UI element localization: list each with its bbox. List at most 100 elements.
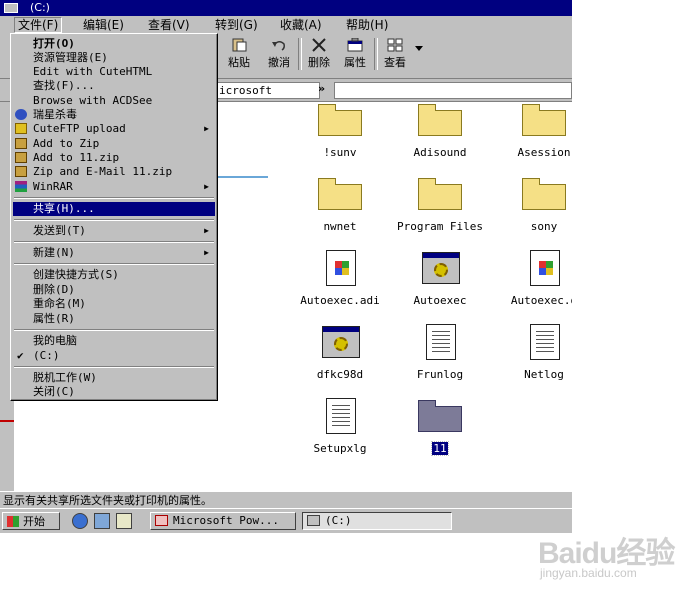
menu-item-label: WinRAR	[33, 180, 73, 193]
file-item[interactable]: Autoexec.adi	[295, 250, 385, 307]
paste-button[interactable]: 粘贴	[220, 36, 258, 72]
file-item[interactable]: Adisound	[395, 102, 485, 159]
view-button[interactable]: 查看	[376, 36, 414, 72]
internet-explorer-icon[interactable]	[72, 513, 88, 529]
folder-icon	[416, 176, 464, 216]
menu-item-explorer[interactable]: 资源管理器(E)	[13, 51, 215, 65]
text-document-icon	[316, 398, 364, 438]
menu-item-my-computer[interactable]: 我的电脑	[13, 334, 215, 348]
menu-item-label: 瑞星杀毒	[33, 108, 77, 121]
file-item[interactable]: Autoexec.o	[499, 250, 572, 307]
menu-item-zip-email[interactable]: Zip and E-Mail 11.zip	[13, 165, 215, 179]
outlook-express-icon[interactable]	[94, 513, 110, 529]
view-grid-icon	[387, 38, 403, 52]
application-gear-icon	[316, 324, 364, 364]
properties-label: 属性	[344, 56, 366, 69]
file-item[interactable]: Autoexec	[395, 250, 485, 307]
menu-item-add-to-11zip[interactable]: Add to 11.zip	[13, 151, 215, 165]
file-item[interactable]: dfkc98d	[295, 324, 385, 381]
file-item[interactable]: sony	[499, 176, 572, 233]
folder-icon	[316, 176, 364, 216]
menu-item-create-shortcut[interactable]: 创建快捷方式(S)	[13, 268, 215, 282]
menu-item-sharing[interactable]: 共享(H)...	[13, 202, 215, 216]
menu-separator	[14, 241, 214, 243]
winzip-icon	[15, 138, 27, 149]
menu-view[interactable]: 查看(V)	[145, 17, 193, 33]
file-name: Autoexec.o	[510, 294, 572, 307]
menu-item-label: CuteFTP upload	[33, 122, 126, 135]
menu-item-work-offline[interactable]: 脱机工作(W)	[13, 371, 215, 385]
task-explorer[interactable]: (C:)	[302, 512, 452, 530]
show-desktop-icon[interactable]	[116, 513, 132, 529]
file-item[interactable]: Frunlog	[395, 324, 485, 381]
menu-separator	[14, 329, 214, 331]
menu-help[interactable]: 帮助(H)	[343, 17, 391, 33]
file-name: nwnet	[323, 220, 357, 233]
file-item-selected[interactable]: 11	[395, 398, 485, 456]
menu-item-cuteftp[interactable]: CuteFTP upload ▶	[13, 122, 215, 136]
menu-file[interactable]: 文件(F)	[14, 17, 63, 33]
menu-separator	[14, 263, 214, 265]
windows-file-icon	[520, 250, 568, 290]
drive-icon	[307, 515, 320, 526]
taskbar: 开始 Microsoft Pow... (C:)	[0, 508, 572, 533]
file-item[interactable]: !sunv	[295, 102, 385, 159]
properties-button[interactable]: 属性	[336, 36, 374, 72]
file-item[interactable]: nwnet	[295, 176, 385, 233]
menu-item-add-to-zip[interactable]: Add to Zip	[13, 137, 215, 151]
file-name: Frunlog	[416, 368, 464, 381]
folder-icon	[416, 398, 464, 438]
drive-icon	[4, 3, 18, 13]
title-bar[interactable]: (C:)	[0, 0, 572, 16]
file-item[interactable]: Netlog	[499, 324, 572, 381]
links-chevron[interactable]: »	[318, 82, 325, 95]
windows-file-icon	[316, 250, 364, 290]
folder-icon	[316, 102, 364, 142]
delete-icon	[312, 38, 326, 52]
file-name: Adisound	[413, 146, 467, 159]
menu-item-send-to[interactable]: 发送到(T) ▶	[13, 224, 215, 238]
menu-item-properties[interactable]: 属性(R)	[13, 312, 215, 326]
delete-button[interactable]: 删除	[300, 36, 338, 72]
address-input[interactable]: icrosoft	[214, 82, 320, 99]
menu-item-drive-c[interactable]: ✔ (C:)	[13, 349, 215, 363]
menu-item-rename[interactable]: 重命名(M)	[13, 297, 215, 311]
menu-item-label: Add to Zip	[33, 137, 100, 150]
file-item[interactable]: Asession	[499, 102, 572, 159]
file-name: Autoexec.adi	[300, 294, 380, 307]
menu-item-label: 新建(N)	[33, 246, 75, 259]
red-marker	[0, 420, 14, 422]
menu-item-find[interactable]: 查找(F)...	[13, 79, 215, 93]
menu-separator	[14, 197, 214, 199]
menu-item-winrar[interactable]: WinRAR ▶	[13, 180, 215, 194]
file-name: Program Files	[396, 220, 484, 233]
undo-button[interactable]: 撤消	[260, 36, 298, 72]
start-button[interactable]: 开始	[2, 512, 60, 530]
task-powerpoint[interactable]: Microsoft Pow...	[150, 512, 296, 530]
watermark-url: jingyan.baidu.com	[540, 566, 637, 580]
menu-item-label: Zip and E-Mail 11.zip	[33, 165, 173, 178]
menu-item-close[interactable]: 关闭(C)	[13, 385, 215, 399]
menu-item-delete[interactable]: 删除(D)	[13, 283, 215, 297]
checkmark-icon: ✔	[17, 349, 24, 362]
file-item[interactable]: Program Files	[395, 176, 485, 233]
undo-icon	[272, 41, 285, 51]
menu-favorites[interactable]: 收藏(A)	[277, 17, 325, 33]
menu-go[interactable]: 转到(G)	[212, 17, 261, 33]
folder-icon	[520, 176, 568, 216]
file-name: Autoexec	[413, 294, 467, 307]
menu-separator	[14, 219, 214, 221]
winzip-icon	[15, 166, 27, 177]
view-dropdown-icon[interactable]	[415, 46, 423, 52]
file-name: Netlog	[524, 368, 564, 381]
menu-item-browse-acdsee[interactable]: Browse with ACDSee	[13, 94, 215, 108]
menu-edit[interactable]: 编辑(E)	[80, 17, 127, 33]
windows-logo-icon	[7, 516, 19, 527]
menu-item-rising[interactable]: 瑞星杀毒	[13, 108, 215, 122]
menu-item-edit-cutehtml[interactable]: Edit with CuteHTML	[13, 65, 215, 79]
file-item[interactable]: Setupxlg	[295, 398, 385, 455]
menu-item-new[interactable]: 新建(N) ▶	[13, 246, 215, 260]
links-box[interactable]	[334, 82, 572, 99]
menu-item-open[interactable]: 打开(O)	[13, 37, 215, 51]
submenu-arrow-icon: ▶	[204, 248, 209, 257]
